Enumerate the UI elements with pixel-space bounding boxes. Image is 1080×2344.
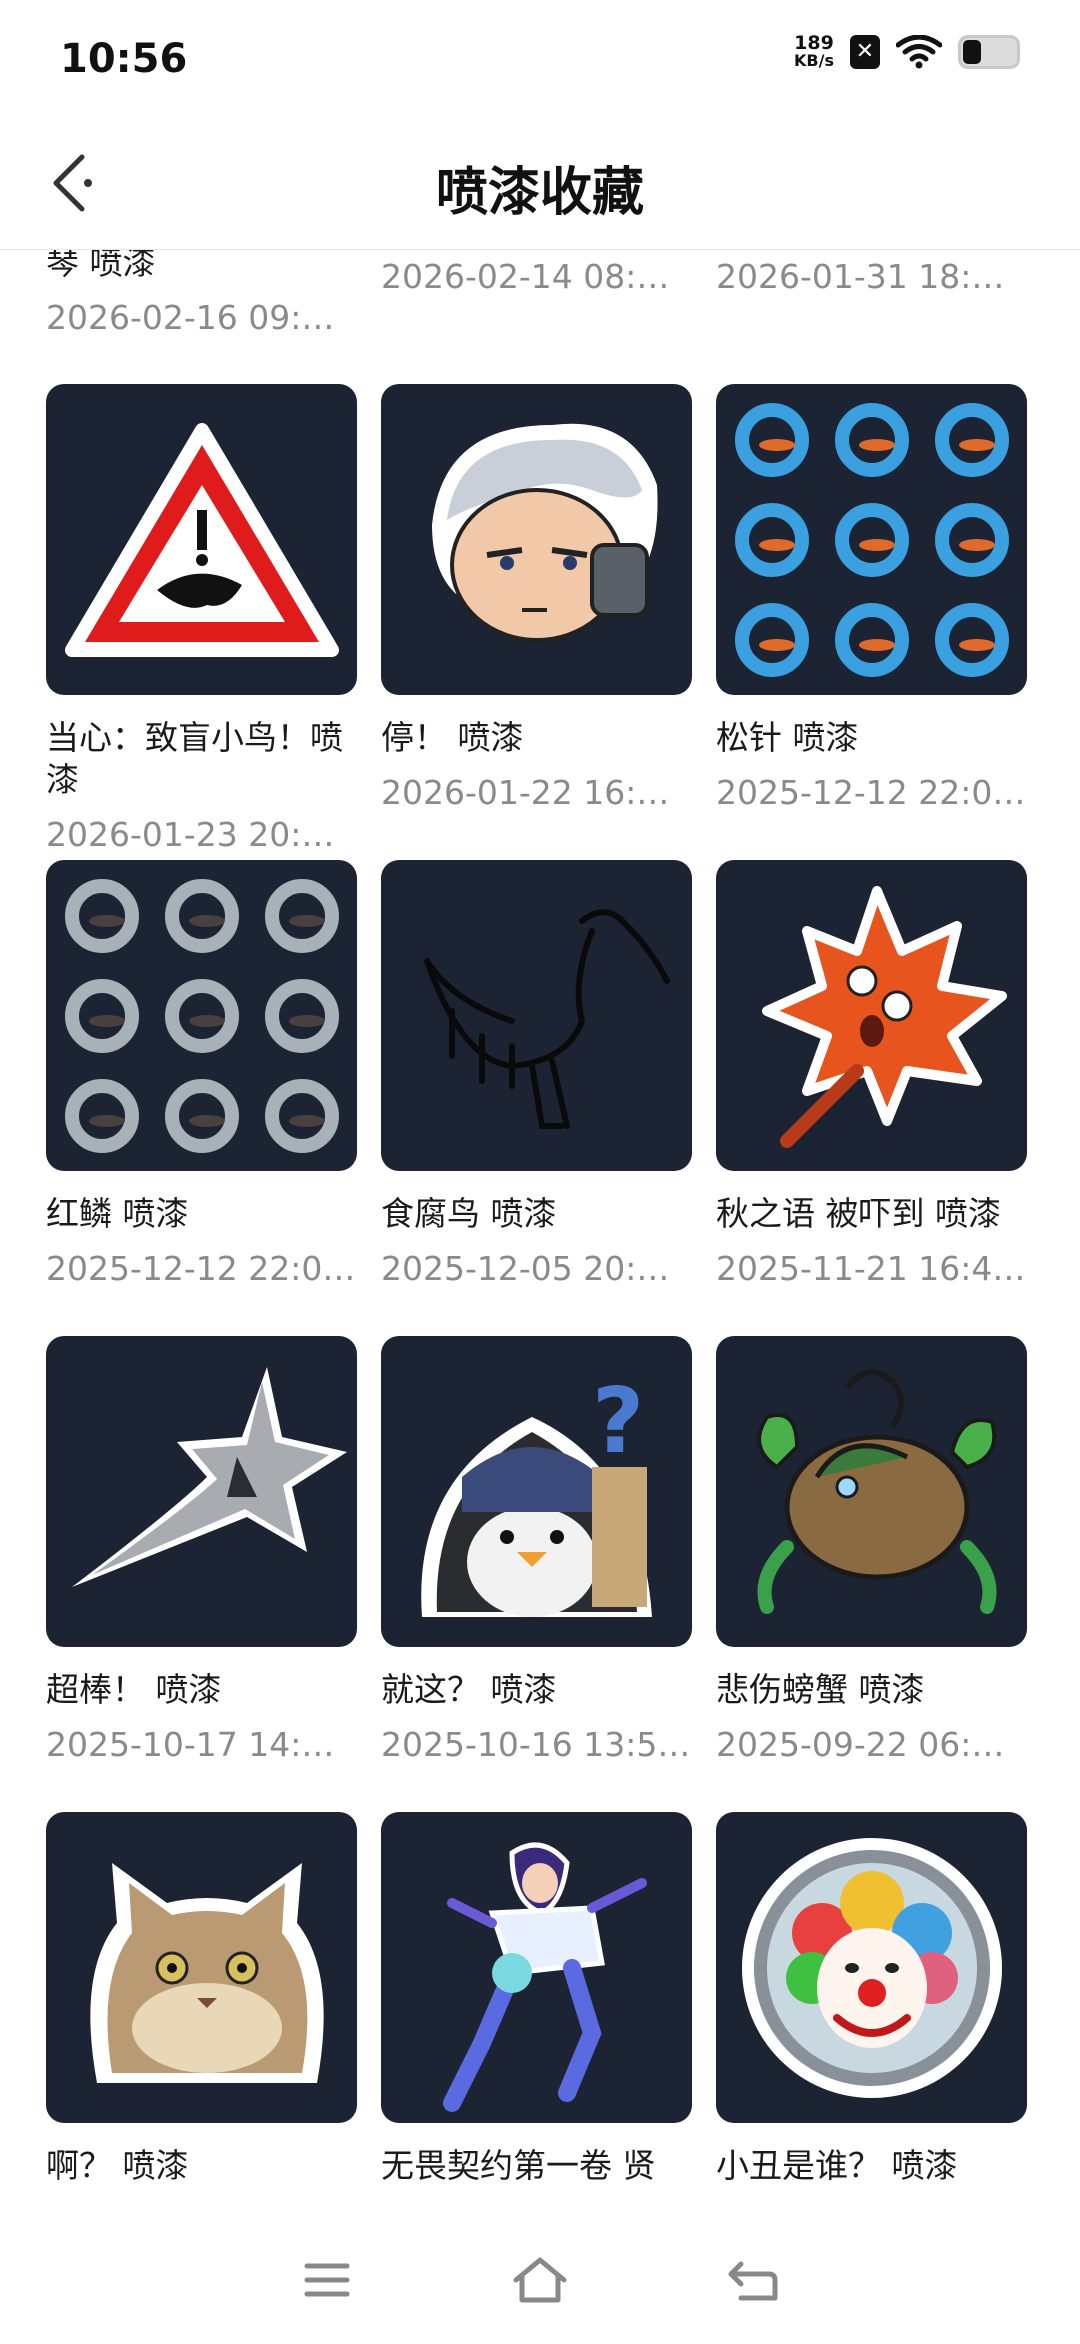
- warning-sign-bird-icon: [64, 422, 339, 657]
- spray-card[interactable]: 超棒！ 喷漆 2025-10-17 14:…: [46, 1336, 357, 1812]
- x-notification-icon: ✕: [850, 35, 880, 69]
- spray-name: 悲伤螃蟹 喷漆: [716, 1670, 925, 1709]
- spray-name: 食腐鸟 喷漆: [381, 1194, 557, 1233]
- spray-name: 就这？ 喷漆: [381, 1670, 557, 1709]
- spray-card[interactable]: 啊？ 喷漆: [46, 1812, 357, 2185]
- spray-date: 2025-12-12 22:0…: [716, 773, 1026, 812]
- menu-icon: [304, 2263, 350, 2296]
- spray-card[interactable]: 当心：致盲小鸟！喷漆 2026-01-23 20:…: [46, 384, 357, 860]
- scared-maple-leaf-icon: [761, 885, 1007, 1148]
- net-speed-unit: KB/s: [794, 51, 834, 70]
- spray-name: 停！ 喷漆: [381, 718, 524, 757]
- spray-date: 2026-01-22 16:…: [381, 773, 670, 812]
- list-item[interactable]: 2026-01-31 18:…: [716, 257, 1027, 297]
- spray-thumbnail[interactable]: [716, 1812, 1027, 2123]
- spray-name: 红鳞 喷漆: [46, 1194, 189, 1233]
- header: 喷漆收藏: [0, 120, 1080, 250]
- spray-card[interactable]: 停！ 喷漆 2026-01-22 16:…: [381, 384, 692, 860]
- spray-name: 秋之语 被吓到 喷漆: [716, 1194, 1001, 1233]
- spray-thumbnail[interactable]: ?: [381, 1336, 692, 1647]
- wifi-icon: [896, 35, 942, 69]
- spray-thumbnail[interactable]: [716, 1336, 1027, 1647]
- net-speed-value: 189: [794, 32, 834, 54]
- spray-name: 琴 喷漆: [46, 250, 156, 282]
- back-icon: [728, 2261, 778, 2300]
- spray-thumbnail[interactable]: [381, 860, 692, 1171]
- spray-card[interactable]: 无畏契约第一卷 贤: [381, 1812, 692, 2185]
- back-nav-button[interactable]: [718, 2250, 788, 2310]
- penguin-question-icon: ?: [420, 1369, 652, 1617]
- spray-collection-list[interactable]: 琴 喷漆 2026-02-16 09:… 2026-02-14 08:… 202…: [0, 250, 1080, 2215]
- spray-name: 小丑是谁？ 喷漆: [716, 2146, 958, 2185]
- spray-thumbnail[interactable]: [46, 1336, 357, 1647]
- spray-date: 2026-01-31 18:…: [716, 257, 1005, 296]
- flying-heroine-icon: [442, 1842, 647, 2112]
- svg-text:?: ?: [592, 1369, 644, 1474]
- spray-thumbnail[interactable]: [716, 384, 1027, 695]
- spray-card[interactable]: 食腐鸟 喷漆 2025-12-05 20:…: [381, 860, 692, 1336]
- spray-card[interactable]: 松针 喷漆 2025-12-12 22:0…: [716, 384, 1027, 860]
- spray-date: 2026-02-16 09:…: [46, 298, 335, 337]
- gray-hair-character-icon: [431, 423, 658, 642]
- home-button[interactable]: [505, 2250, 575, 2310]
- clown-mirror-icon: [741, 1837, 1002, 2098]
- menu-button[interactable]: [292, 2250, 362, 2310]
- spray-name: 无畏契约第一卷 贤: [381, 2146, 656, 2185]
- battery-icon: [958, 35, 1020, 69]
- status-icons: 189 KB/s ✕: [794, 34, 1020, 70]
- list-item[interactable]: 2026-02-14 08:…: [381, 257, 692, 297]
- spray-name: 啊？ 喷漆: [46, 2146, 189, 2185]
- spray-name: 当心：致盲小鸟！喷漆: [46, 718, 343, 799]
- spray-date: 2026-01-23 20:…: [46, 815, 335, 854]
- spray-date: 2025-12-05 20:…: [381, 1249, 670, 1288]
- spray-thumbnail[interactable]: [46, 384, 357, 695]
- spray-date: 2025-11-21 16:4…: [716, 1249, 1026, 1288]
- list-item[interactable]: 琴 喷漆 2026-02-16 09:…: [46, 250, 357, 338]
- spray-card[interactable]: 小丑是谁？ 喷漆: [716, 1812, 1027, 2185]
- spray-thumbnail[interactable]: [46, 1812, 357, 2123]
- spray-date: 2025-10-17 14:…: [46, 1725, 335, 1764]
- spray-thumbnail[interactable]: [381, 1812, 692, 2123]
- home-icon: [513, 2257, 567, 2302]
- status-time: 10:56: [60, 36, 188, 82]
- spray-date: 2025-12-12 22:0…: [46, 1249, 356, 1288]
- spray-card[interactable]: 悲伤螃蟹 喷漆 2025-09-22 06:…: [716, 1336, 1027, 1812]
- spray-card[interactable]: ? 就这？ 喷漆 2025-10-16 13:5…: [381, 1336, 692, 1812]
- spray-date: 2025-09-22 06:…: [716, 1725, 1005, 1764]
- silver-koi-pattern-icon: [64, 878, 339, 1153]
- page-title: 喷漆收藏: [435, 163, 644, 223]
- shooting-star-icon: [71, 1366, 347, 1587]
- spray-name: 松针 喷漆: [716, 718, 859, 757]
- sad-crab-icon: [756, 1368, 996, 1614]
- spray-card[interactable]: 秋之语 被吓到 喷漆 2025-11-21 16:4…: [716, 860, 1027, 1336]
- status-bar: 10:56 189 KB/s ✕: [0, 0, 1080, 120]
- spray-thumbnail[interactable]: [381, 384, 692, 695]
- spray-card[interactable]: 红鳞 喷漆 2025-12-12 22:0…: [46, 860, 357, 1336]
- spray-thumbnail[interactable]: [46, 860, 357, 1171]
- spray-date: 2025-10-16 13:5…: [381, 1725, 691, 1764]
- grumpy-cat-icon: [89, 1862, 324, 2083]
- spray-name: 超棒！ 喷漆: [46, 1670, 222, 1709]
- net-speed: 189 KB/s: [794, 34, 834, 70]
- blue-koi-pattern-icon: [734, 402, 1009, 677]
- spray-thumbnail[interactable]: [716, 860, 1027, 1171]
- system-nav-bar: [0, 2215, 1080, 2344]
- scavenger-bird-sketch-icon: [423, 908, 670, 1129]
- spray-date: 2026-02-14 08:…: [381, 257, 670, 296]
